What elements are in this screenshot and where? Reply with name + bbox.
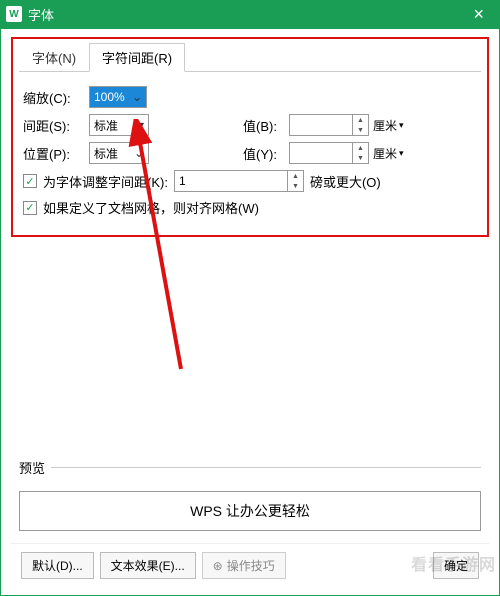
value-y-label: 值(Y): — [243, 144, 285, 163]
scale-label: 缩放(C): — [23, 88, 85, 107]
scale-combobox[interactable]: 100% ⌄ — [89, 86, 147, 108]
spinner-icon[interactable]: ▲▼ — [352, 143, 368, 163]
watermark-text: 看看手游网 — [411, 551, 496, 575]
kerning-checkbox[interactable]: ✓ — [23, 174, 37, 188]
position-label: 位置(P): — [23, 144, 85, 163]
close-icon[interactable]: × — [463, 4, 494, 25]
spacing-label: 间距(S): — [23, 116, 85, 135]
snap-grid-label: 如果定义了文档网格，则对齐网格(W) — [43, 198, 259, 217]
kerning-value: 1 — [179, 174, 186, 188]
default-button[interactable]: 默认(D)... — [21, 552, 94, 579]
kerning-input[interactable]: 1 ▲▼ — [174, 170, 304, 192]
spinner-icon[interactable]: ▲▼ — [287, 171, 303, 191]
preview-text: WPS 让办公更轻松 — [190, 501, 310, 521]
preview-box: WPS 让办公更轻松 — [19, 491, 481, 531]
chevron-down-icon: ⌄ — [132, 90, 142, 104]
app-logo-icon: W — [6, 6, 22, 22]
preview-group-label: 预览 — [19, 467, 481, 487]
tab-strip: 字体(N) 字符间距(R) — [19, 43, 481, 72]
dialog-body: 字体(N) 字符间距(R) 缩放(C): 100% ⌄ 间距(S): — [1, 29, 499, 595]
chevron-down-icon: ▾ — [138, 118, 144, 132]
unit-y-dropdown[interactable]: 厘米 ▾ — [373, 145, 413, 162]
text-effect-button[interactable]: 文本效果(E)... — [100, 552, 196, 579]
lightbulb-icon: ⊛ — [213, 559, 223, 573]
unit-y-value: 厘米 — [373, 145, 397, 162]
title-bar: W 字体 × — [0, 0, 500, 28]
chevron-down-icon: ▾ — [399, 120, 404, 131]
tab-char-spacing[interactable]: 字符间距(R) — [89, 43, 185, 72]
position-combobox[interactable]: 标准 ⌄ — [89, 142, 149, 164]
spacing-combobox[interactable]: 标准 ▾ — [89, 114, 149, 136]
tab-font[interactable]: 字体(N) — [19, 43, 89, 72]
scale-value: 100% — [94, 90, 125, 104]
value-y-input[interactable]: ▲▼ — [289, 142, 369, 164]
window-title: 字体 — [28, 5, 463, 24]
unit-b-dropdown[interactable]: 厘米 ▾ — [373, 117, 413, 134]
value-b-label: 值(B): — [243, 116, 285, 135]
value-b-input[interactable]: ▲▼ — [289, 114, 369, 136]
spacing-value: 标准 — [94, 117, 118, 134]
highlight-annotation: 字体(N) 字符间距(R) 缩放(C): 100% ⌄ 间距(S): — [11, 37, 489, 237]
position-value: 标准 — [94, 145, 118, 162]
spinner-icon[interactable]: ▲▼ — [352, 115, 368, 135]
tips-button[interactable]: ⊛ 操作技巧 — [202, 552, 286, 579]
chevron-down-icon: ▾ — [399, 148, 404, 159]
snap-grid-checkbox[interactable]: ✓ — [23, 201, 37, 215]
unit-b-value: 厘米 — [373, 117, 397, 134]
kerning-label: 为字体调整字间距(K): — [43, 172, 168, 191]
tips-label: 操作技巧 — [227, 557, 275, 574]
kerning-unit-label: 磅或更大(O) — [310, 172, 381, 191]
chevron-down-icon: ⌄ — [134, 146, 144, 160]
